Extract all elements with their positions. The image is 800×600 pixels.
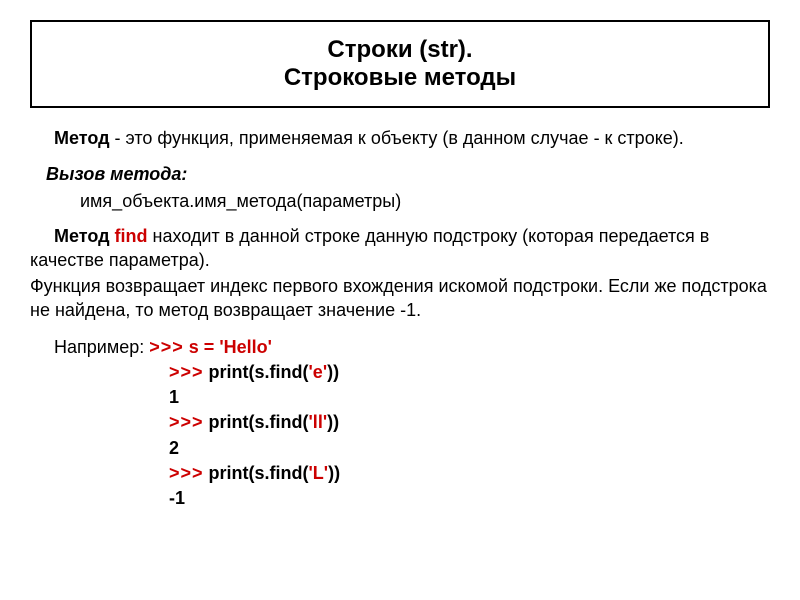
call-syntax: имя_объекта.имя_метода(параметры) xyxy=(80,191,770,212)
code-assign: s = xyxy=(184,337,220,357)
example-line-6: >>> print(s.find('L')) xyxy=(169,461,770,486)
title-box: Строки (str). Строковые методы xyxy=(30,20,770,108)
paragraph-method-def: Метод - это функция, применяемая к объек… xyxy=(30,126,770,150)
code-print-find-ll: print(s.find( xyxy=(204,412,309,432)
code-print-find-e: print(s.find( xyxy=(204,362,309,382)
string-literal-hello: 'Hello' xyxy=(219,337,272,357)
paragraph-find-2: Функция возвращает индекс первого вхожде… xyxy=(30,274,770,323)
method-name-find: find xyxy=(115,226,148,246)
example-output-1: 1 xyxy=(169,385,770,410)
code-close: )) xyxy=(327,362,339,382)
repl-prompt: >>> xyxy=(169,412,204,432)
code-close: )) xyxy=(328,463,340,483)
term-method-2: Метод xyxy=(54,226,115,246)
call-label: Вызов метода: xyxy=(46,164,187,184)
example-block: Например: >>> s = 'Hello' >>> print(s.fi… xyxy=(54,335,770,511)
string-literal-e: 'e' xyxy=(309,362,328,382)
repl-prompt: >>> xyxy=(169,463,204,483)
title-line-2: Строковые методы xyxy=(52,64,748,92)
example-output-neg1: -1 xyxy=(169,486,770,511)
call-label-row: Вызов метода: xyxy=(46,162,770,186)
paragraph-find: Метод find находит в данной строке данну… xyxy=(30,224,770,273)
string-literal-ll: 'll' xyxy=(309,412,328,432)
example-line-2: >>> print(s.find('e')) xyxy=(169,360,770,385)
term-method: Метод xyxy=(54,128,110,148)
string-literal-L: 'L' xyxy=(309,463,329,483)
method-def-text: - это функция, применяемая к объекту (в … xyxy=(110,128,684,148)
repl-prompt: >>> xyxy=(149,337,184,357)
example-line-4: >>> print(s.find('ll')) xyxy=(169,410,770,435)
example-label: Например: xyxy=(54,337,149,357)
example-output-2: 2 xyxy=(169,436,770,461)
repl-prompt: >>> xyxy=(169,362,204,382)
code-print-find-L: print(s.find( xyxy=(204,463,309,483)
example-line-1: Например: >>> s = 'Hello' xyxy=(54,335,770,360)
code-close: )) xyxy=(327,412,339,432)
title-line-1: Строки (str). xyxy=(52,36,748,64)
